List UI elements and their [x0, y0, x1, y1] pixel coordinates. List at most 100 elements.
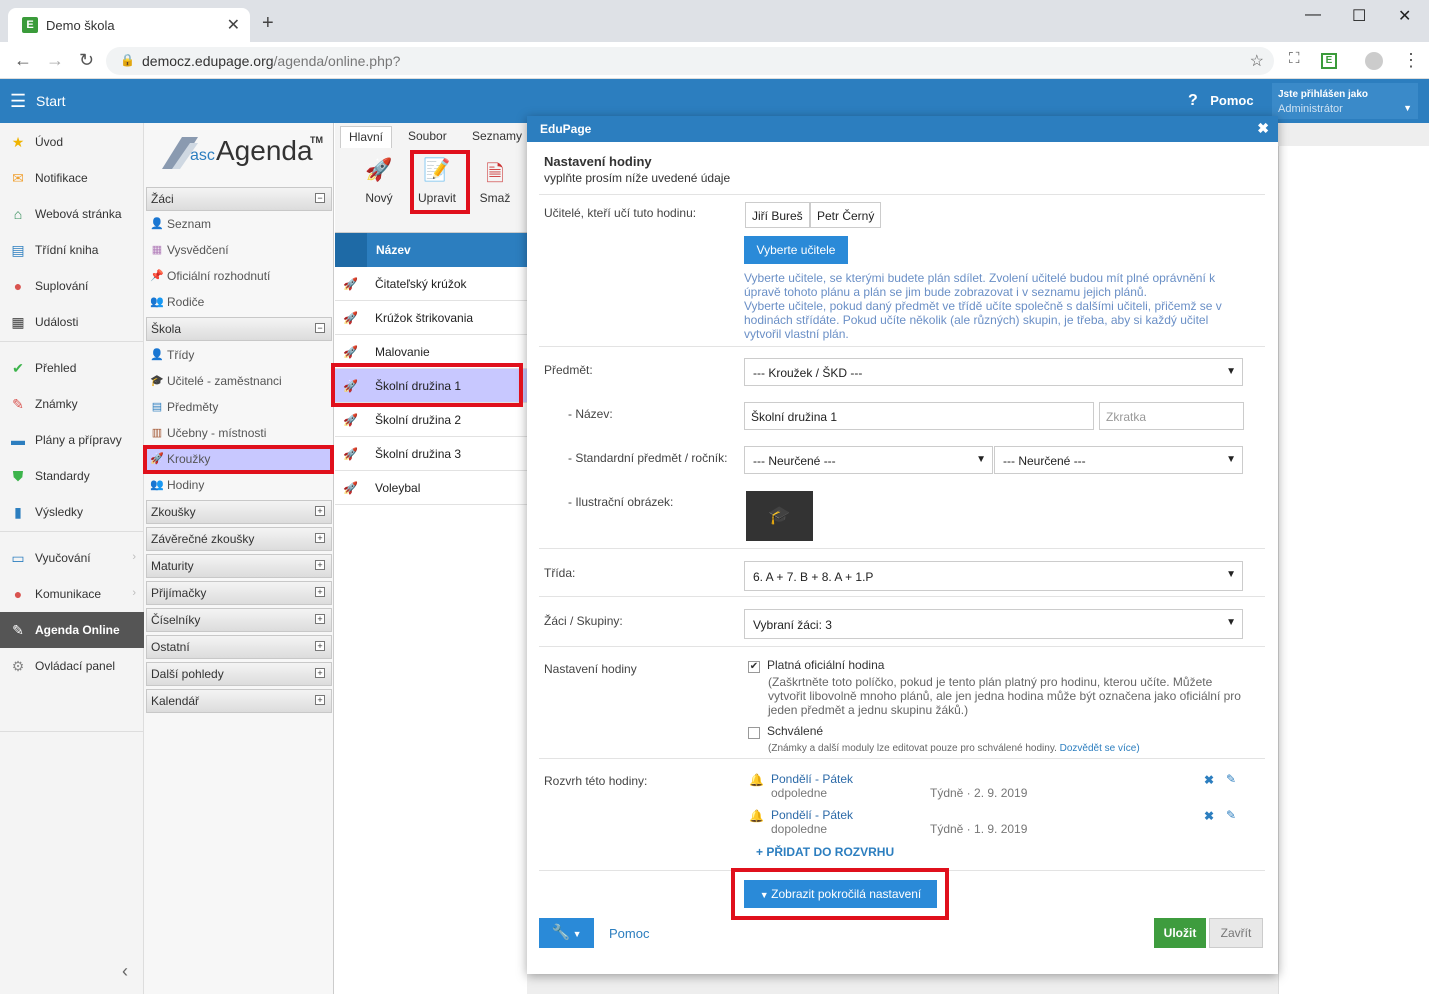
url-input[interactable]: 🔒 democz.edupage.org/agenda/online.php? …	[106, 47, 1274, 75]
section-collapsed[interactable]: Ostatní +	[146, 635, 332, 659]
teacher-chip[interactable]: Petr Černý	[810, 202, 882, 228]
sidebar-item[interactable]: ● Suplování	[0, 268, 144, 304]
section-zaci[interactable]: Žáci −	[146, 187, 332, 211]
add-to-schedule-link[interactable]: + PŘIDAT DO ROZVRHU	[756, 845, 894, 859]
agenda-item[interactable]: Seznam 👤	[146, 211, 332, 237]
new-tab-icon[interactable]: +	[262, 12, 274, 35]
agenda-item[interactable]: Učebny - místnosti ▥	[146, 420, 332, 446]
minimize-icon[interactable]: —	[1305, 6, 1321, 24]
back-icon[interactable]: ←	[14, 50, 32, 71]
sidebar-item[interactable]: ▦ Události	[0, 304, 144, 340]
close-button[interactable]: Zavřít	[1209, 918, 1263, 948]
learn-more-link[interactable]: Dozvědět se více)	[1060, 743, 1140, 754]
rocket-icon: 🚀	[343, 481, 358, 495]
list-item[interactable]: 🚀 Krúžok štrikovania	[335, 301, 527, 335]
standard-subject-select[interactable]: --- Neurčené --- ▼	[744, 446, 993, 474]
tab-close-icon[interactable]: ✕	[227, 15, 240, 35]
section-collapsed[interactable]: Další pohledy +	[146, 662, 332, 686]
browser-menu-icon[interactable]: ⋮	[1402, 50, 1420, 71]
tab-seznamy[interactable]: Seznamy	[464, 126, 530, 148]
agenda-item[interactable]: Vysvědčení ▦	[146, 237, 332, 263]
tools-dropdown-button[interactable]: 🔧 ▼	[539, 918, 594, 948]
list-item[interactable]: 🚀 Čitateľský krúžok	[335, 267, 527, 301]
name-input[interactable]: Školní družina 1	[744, 402, 1094, 430]
agenda-item[interactable]: Třídy 👤	[146, 342, 332, 368]
new-button[interactable]: 🚀 Nový	[354, 153, 404, 209]
dialog-help-link[interactable]: Pomoc	[609, 926, 649, 941]
list-item[interactable]: 🚀 Voleybal	[335, 471, 527, 505]
section-collapsed[interactable]: Číselníky +	[146, 608, 332, 632]
screen-capture-icon[interactable]: ⛶	[1289, 50, 1300, 67]
maximize-icon[interactable]: ☐	[1352, 6, 1366, 26]
class-select[interactable]: 6. A + 7. B + 8. A + 1.P ▼	[744, 561, 1243, 591]
bookmark-star-icon[interactable]: ☆	[1250, 51, 1264, 71]
delete-button[interactable]: 🗎 Smaž	[470, 153, 520, 209]
profile-avatar-icon[interactable]	[1365, 52, 1383, 70]
collapse-sidebar-icon[interactable]: ‹	[122, 961, 128, 982]
delete-schedule-icon[interactable]: ✖	[1204, 809, 1214, 823]
section-collapsed[interactable]: Závěrečné zkoušky +	[146, 527, 332, 551]
browser-tab[interactable]: E Demo škola ✕	[8, 8, 250, 42]
official-checkbox[interactable]: ✔	[748, 661, 760, 673]
list-item[interactable]: 🚀 Školní družina 3	[335, 437, 527, 471]
dialog-close-icon[interactable]: ✖	[1257, 120, 1269, 137]
sidebar-item[interactable]: ▤ Třídní kniha	[0, 232, 144, 268]
sidebar-item[interactable]: ★ Úvod	[0, 124, 144, 160]
sidebar-item[interactable]: ▭ Vyučování ›	[0, 540, 144, 576]
official-hint: (Zaškrtněte toto políčko, pokud je tento…	[768, 675, 1241, 717]
sidebar-item[interactable]: ✔ Přehled	[0, 350, 144, 386]
grade-select[interactable]: --- Neurčené --- ▼	[994, 446, 1243, 474]
sidebar-item[interactable]: ✉ Notifikace	[0, 160, 144, 196]
section-collapsed[interactable]: Maturity +	[146, 554, 332, 578]
sidebar-item[interactable]: ● Komunikace ›	[0, 576, 144, 612]
agenda-item[interactable]: Předměty ▤	[146, 394, 332, 420]
sidebar-item[interactable]: ✎ Známky	[0, 386, 144, 422]
logged-in-as-label: Jste přihlášen jako	[1278, 89, 1369, 100]
section-collapsed[interactable]: Přijímačky +	[146, 581, 332, 605]
agenda-item[interactable]: Oficiální rozhodnutí 📌	[146, 263, 332, 289]
teacher-chip[interactable]: Jiří Bureš	[745, 202, 810, 228]
edit-schedule-icon[interactable]: ✎	[1226, 808, 1236, 822]
edit-schedule-icon[interactable]: ✎	[1226, 772, 1236, 786]
save-button[interactable]: Uložit	[1154, 918, 1206, 948]
hamburger-menu-icon[interactable]: ☰	[10, 91, 26, 112]
select-teachers-button[interactable]: Vyberte učitele	[744, 236, 848, 264]
sidebar-item[interactable]: ▮ Výsledky	[0, 494, 144, 530]
official-label: Platná oficiální hodina	[767, 658, 885, 672]
subject-select[interactable]: --- Kroužek / ŠKD --- ▼	[744, 358, 1243, 386]
section-label: Vysvědčení	[167, 243, 229, 257]
tab-soubor[interactable]: Soubor	[400, 126, 455, 148]
agenda-item[interactable]: Rodiče 👥	[146, 289, 332, 315]
header-help-link[interactable]: ? Pomoc	[1188, 92, 1254, 110]
section-label: Číselníky	[151, 613, 201, 627]
students-select[interactable]: Vybraní žáci: 3 ▼	[744, 609, 1243, 639]
sidebar-item[interactable]: ⛊ Standardy	[0, 458, 144, 494]
sidebar-item[interactable]: ✎ Agenda Online	[0, 612, 144, 648]
illustration-image[interactable]: 🎓	[746, 491, 813, 541]
column-name-header[interactable]: Název	[376, 243, 411, 257]
reload-icon[interactable]: ↻	[79, 50, 94, 71]
person-icon: ●	[13, 278, 23, 294]
window-close-icon[interactable]: ✕	[1398, 6, 1411, 26]
sidebar-item-label: Události	[35, 315, 79, 329]
sidebar-item[interactable]: ⚙ Ovládací panel	[0, 648, 144, 684]
approved-checkbox[interactable]	[748, 727, 760, 739]
section-collapsed[interactable]: Kalendář +	[146, 689, 332, 713]
agenda-item[interactable]: Hodiny 👥	[146, 472, 332, 498]
sidebar-item[interactable]: ⌂ Webová stránka	[0, 196, 144, 232]
agenda-item[interactable]: Učitelé - zaměstnanci 🎓	[146, 368, 332, 394]
section-collapsed[interactable]: Zkoušky +	[146, 500, 332, 524]
abbreviation-input[interactable]: Zkratka	[1099, 402, 1244, 430]
user-menu[interactable]: Jste přihlášen jako Administrátor ▼	[1272, 83, 1418, 119]
forward-icon[interactable]: →	[46, 50, 64, 71]
list-item[interactable]: 🚀 Školní družina 2	[335, 403, 527, 437]
start-link[interactable]: Start	[36, 93, 66, 109]
extension-icon[interactable]: E	[1321, 53, 1337, 69]
tab-hlavni[interactable]: Hlavní	[340, 126, 393, 148]
sidebar-item-label: Plány a přípravy	[35, 433, 122, 447]
class-label: Třída:	[544, 566, 576, 580]
section-label: Učebny - místnosti	[167, 426, 267, 440]
sidebar-item[interactable]: ▬ Plány a přípravy	[0, 422, 144, 458]
section-skola[interactable]: Škola −	[146, 317, 332, 341]
delete-schedule-icon[interactable]: ✖	[1204, 773, 1214, 787]
